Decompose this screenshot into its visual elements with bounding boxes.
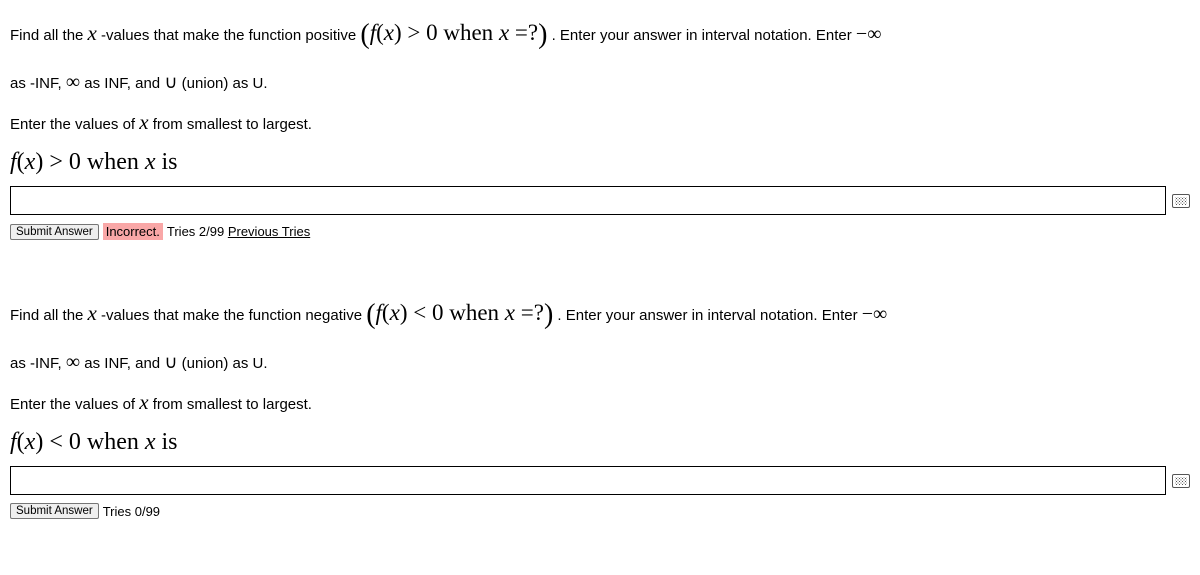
text: Find all the xyxy=(10,27,88,44)
question-text-line1: Find all the x -values that make the fun… xyxy=(10,8,1190,61)
neg-infinity-symbol: −∞ xyxy=(856,23,882,45)
text: as -INF, xyxy=(10,75,66,92)
keyboard-icon[interactable] xyxy=(1172,474,1190,488)
answer-input[interactable] xyxy=(10,466,1166,495)
submit-row: Submit Answer Tries 0/99 xyxy=(10,503,1190,519)
text: from smallest to largest. xyxy=(149,116,312,133)
status-incorrect: Incorrect. xyxy=(103,223,163,240)
var-x: x xyxy=(139,390,148,414)
question-text-line2: as -INF, ∞ as INF, and ∪ (union) as U. xyxy=(10,343,1190,381)
question-positive: Find all the x -values that make the fun… xyxy=(10,8,1190,240)
math-expression: (f(x) < 0 when x =?) xyxy=(366,300,553,325)
union-symbol: ∪ xyxy=(164,72,177,92)
neg-infinity-symbol: −∞ xyxy=(862,303,888,325)
infinity-symbol: ∞ xyxy=(66,351,80,373)
submit-button[interactable]: Submit Answer xyxy=(10,224,99,240)
question-text-line1: Find all the x -values that make the fun… xyxy=(10,288,1190,341)
text: from smallest to largest. xyxy=(149,396,312,413)
answer-input-row xyxy=(10,466,1190,495)
answer-input[interactable] xyxy=(10,186,1166,215)
text: Find all the xyxy=(10,307,88,324)
var-x: x xyxy=(139,110,148,134)
question-negative: Find all the x -values that make the fun… xyxy=(10,288,1190,519)
text: as INF, and xyxy=(80,355,164,372)
text: (union) as U. xyxy=(178,355,268,372)
question-text-line3: Enter the values of x from smallest to l… xyxy=(10,383,1190,423)
tries-text: Tries 0/99 xyxy=(103,504,160,519)
keyboard-icon[interactable] xyxy=(1172,194,1190,208)
submit-row: Submit Answer Incorrect. Tries 2/99 Prev… xyxy=(10,223,1190,240)
previous-tries-link[interactable]: Previous Tries xyxy=(228,224,310,239)
text: -values that make the function negative xyxy=(97,307,366,324)
text: Enter the values of xyxy=(10,396,139,413)
math-expression: (f(x) > 0 when x =?) xyxy=(360,20,547,45)
var-x: x xyxy=(88,301,97,325)
text: as -INF, xyxy=(10,355,66,372)
answer-input-row xyxy=(10,186,1190,215)
text: . Enter your answer in interval notation… xyxy=(547,27,856,44)
tries-count: Tries 2/99 xyxy=(167,224,228,239)
question-text-line2: as -INF, ∞ as INF, and ∪ (union) as U. xyxy=(10,63,1190,101)
union-symbol: ∪ xyxy=(164,352,177,372)
answer-prompt: f(x) > 0 when x is xyxy=(10,149,1190,176)
submit-button[interactable]: Submit Answer xyxy=(10,503,99,519)
text: as INF, and xyxy=(80,75,164,92)
var-x: x xyxy=(88,21,97,45)
text: Enter the values of xyxy=(10,116,139,133)
tries-text: Tries 2/99 Previous Tries xyxy=(167,224,310,239)
text: -values that make the function positive xyxy=(97,27,360,44)
text: (union) as U. xyxy=(178,75,268,92)
text: . Enter your answer in interval notation… xyxy=(553,307,862,324)
answer-prompt: f(x) < 0 when x is xyxy=(10,429,1190,456)
infinity-symbol: ∞ xyxy=(66,71,80,93)
question-text-line3: Enter the values of x from smallest to l… xyxy=(10,103,1190,143)
